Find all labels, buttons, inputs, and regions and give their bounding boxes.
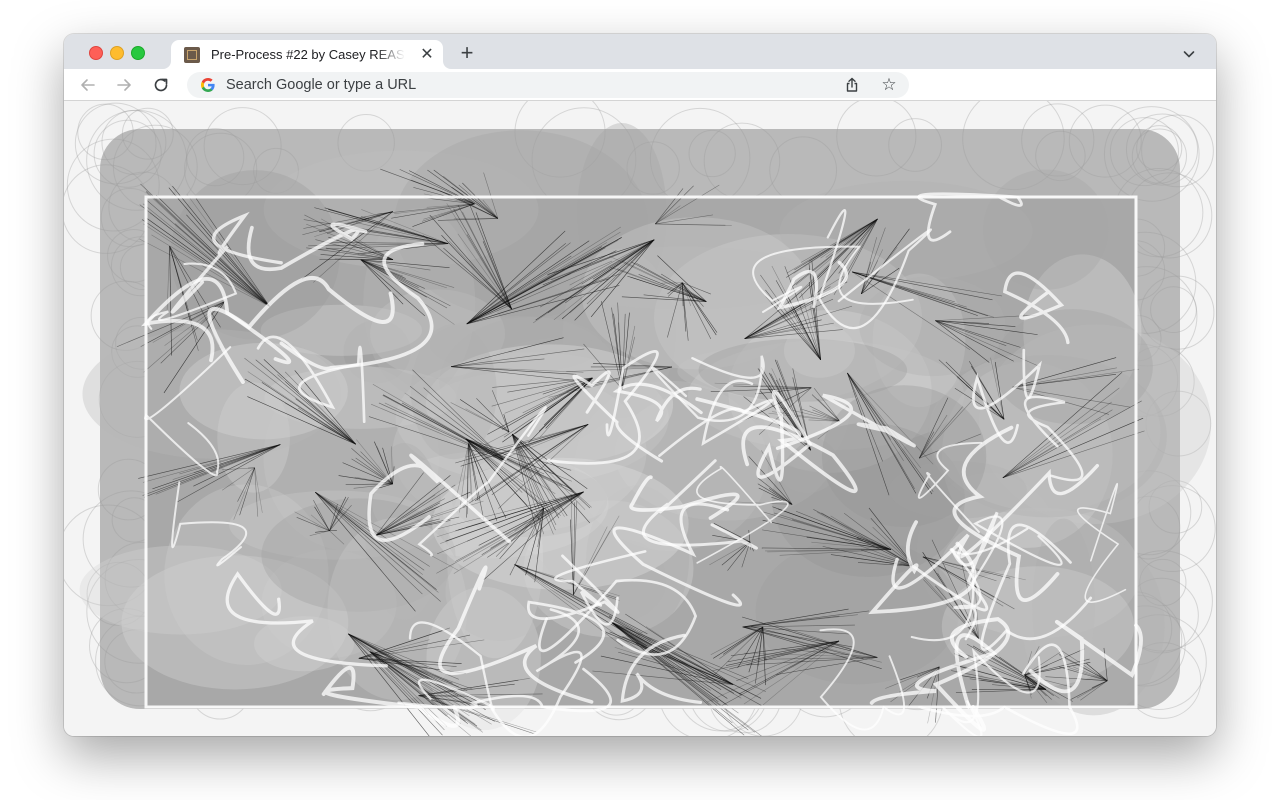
toolbar: Search Google or type a URL ☆	[64, 69, 1216, 101]
generative-artwork	[64, 101, 1216, 736]
address-input[interactable]: Search Google or type a URL	[226, 77, 416, 93]
address-bar[interactable]: Search Google or type a URL ☆	[187, 72, 909, 98]
browser-window: Pre-Process #22 by Casey REAS ✕ +	[64, 34, 1216, 736]
window-minimize-button[interactable]	[110, 46, 124, 60]
close-icon[interactable]: ✕	[418, 46, 436, 64]
google-icon	[200, 77, 216, 93]
tab-title: Pre-Process #22 by Casey REAS	[211, 47, 405, 62]
star-icon[interactable]: ☆	[879, 75, 899, 95]
window-close-button[interactable]	[89, 46, 103, 60]
artwork-favicon-icon	[184, 47, 200, 63]
arrow-right-icon[interactable]	[113, 74, 135, 96]
browser-tab[interactable]: Pre-Process #22 by Casey REAS ✕	[171, 40, 443, 69]
window-maximize-button[interactable]	[131, 46, 145, 60]
title-bar: Pre-Process #22 by Casey REAS ✕ +	[64, 34, 1216, 69]
reload-icon[interactable]	[150, 74, 172, 96]
arrow-left-icon[interactable]	[77, 74, 99, 96]
page-content	[64, 101, 1216, 736]
share-icon[interactable]	[843, 76, 861, 94]
chevron-down-icon[interactable]	[1181, 46, 1197, 62]
plus-icon[interactable]: +	[457, 43, 477, 63]
